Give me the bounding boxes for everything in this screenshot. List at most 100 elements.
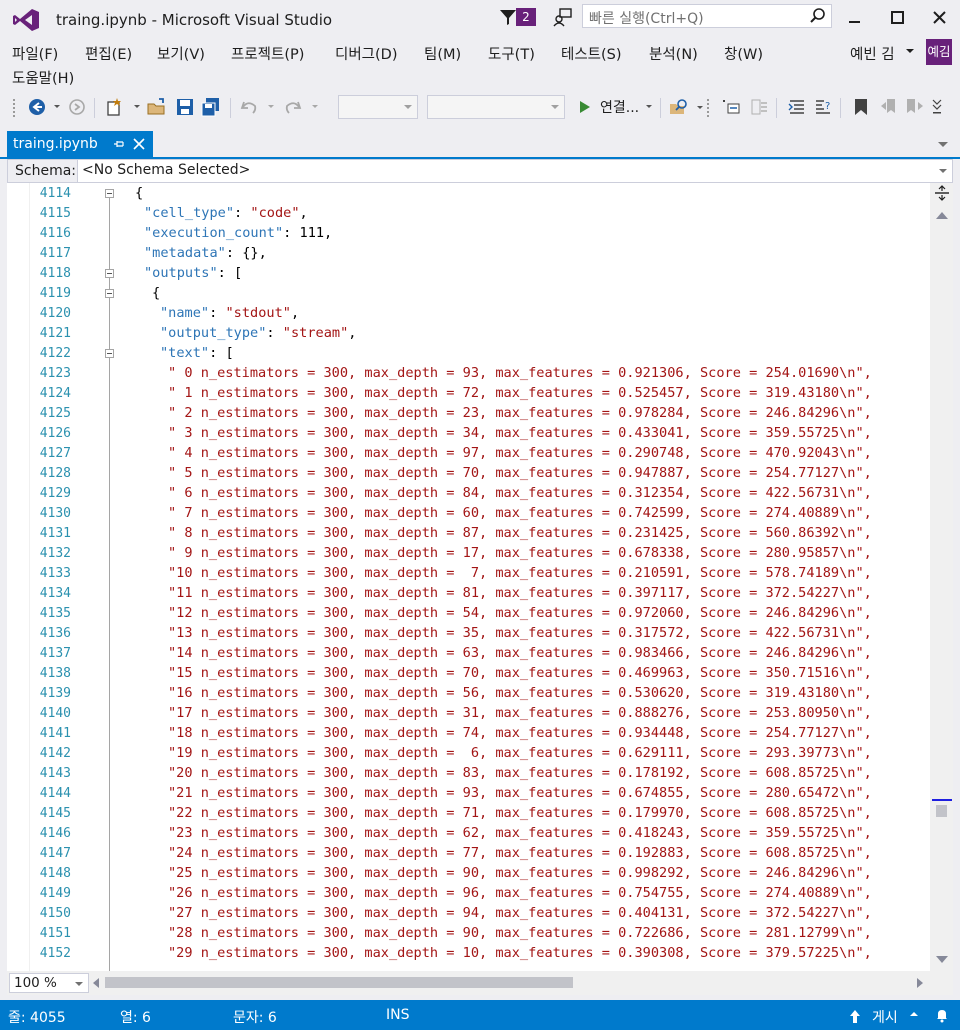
code-line[interactable]: 4151 "28 n_estimators = 300, max_depth = …	[7, 924, 930, 944]
avatar[interactable]: 예김	[926, 39, 952, 65]
code-line[interactable]: 4145 "22 n_estimators = 300, max_depth = …	[7, 804, 930, 824]
code-line[interactable]: 4132 " 9 n_estimators = 300, max_depth = …	[7, 544, 930, 564]
code-line[interactable]: 4114 {	[7, 184, 930, 204]
connect-dropdown-caret-icon[interactable]	[646, 105, 652, 108]
menu-file[interactable]: 파일(F)	[12, 43, 58, 64]
new-dropdown-caret-icon[interactable]	[134, 105, 140, 108]
menu-view[interactable]: 보기(V)	[157, 43, 205, 64]
menu-edit[interactable]: 편집(E)	[85, 43, 132, 64]
save-icon[interactable]	[174, 96, 196, 118]
code-line[interactable]: 4152 "29 n_estimators = 300, max_depth = …	[7, 944, 930, 964]
code-line[interactable]: 4124 " 1 n_estimators = 300, max_depth = …	[7, 384, 930, 404]
collapse-region-icon[interactable]	[105, 189, 114, 198]
code-editor[interactable]: 4114 {4115 "cell_type": "code", 4116 "execut…	[7, 183, 930, 971]
chevron-down-icon[interactable]	[939, 169, 947, 173]
menu-debug[interactable]: 디버그(D)	[335, 43, 398, 64]
code-line[interactable]: 4142 "19 n_estimators = 300, max_depth = …	[7, 744, 930, 764]
code-line[interactable]: 4148 "25 n_estimators = 300, max_depth = …	[7, 864, 930, 884]
scroll-down-arrow-icon[interactable]	[936, 956, 948, 963]
quick-info-icon[interactable]: ?	[812, 96, 834, 118]
redo-icon[interactable]	[282, 96, 304, 118]
code-line[interactable]: 4134 "11 n_estimators = 300, max_depth = …	[7, 584, 930, 604]
minimize-icon[interactable]	[843, 6, 867, 30]
code-line[interactable]: 4131 " 8 n_estimators = 300, max_depth = …	[7, 524, 930, 544]
split-window-icon[interactable]	[934, 184, 950, 202]
menu-test[interactable]: 테스트(S)	[561, 43, 622, 64]
solution-configurations-select[interactable]	[338, 95, 418, 119]
scroll-right-arrow-icon[interactable]	[917, 978, 923, 988]
undo-icon[interactable]	[238, 96, 260, 118]
tab-list-dropdown-icon[interactable]	[938, 142, 948, 147]
collapse-region-icon[interactable]	[105, 289, 114, 298]
code-line[interactable]: 4133 "10 n_estimators = 300, max_depth = …	[7, 564, 930, 584]
show-object-members-icon[interactable]	[720, 96, 742, 118]
vertical-scrollbar[interactable]	[930, 183, 953, 971]
pin-icon[interactable]	[113, 138, 125, 150]
user-menu-caret-icon[interactable]	[906, 49, 914, 53]
code-line[interactable]: 4119 {	[7, 284, 930, 304]
scroll-left-arrow-icon[interactable]	[93, 978, 99, 988]
code-line[interactable]: 4141 "18 n_estimators = 300, max_depth = …	[7, 724, 930, 744]
code-line[interactable]: 4139 "16 n_estimators = 300, max_depth = …	[7, 684, 930, 704]
code-line[interactable]: 4117 "metadata": {},	[7, 244, 930, 264]
navigate-forward-icon[interactable]	[66, 96, 88, 118]
parameter-info-icon[interactable]	[748, 96, 770, 118]
find-dropdown-caret-icon[interactable]	[697, 106, 703, 109]
code-line[interactable]: 4129 " 6 n_estimators = 300, max_depth = …	[7, 484, 930, 504]
collapse-region-icon[interactable]	[105, 349, 114, 358]
notification-count-badge[interactable]: 2	[516, 8, 536, 26]
code-line[interactable]: 4125 " 2 n_estimators = 300, max_depth = …	[7, 404, 930, 424]
publish-button[interactable]: 게시	[872, 1007, 898, 1027]
code-line[interactable]: 4143 "20 n_estimators = 300, max_depth = …	[7, 764, 930, 784]
bookmark-icon[interactable]	[850, 96, 872, 118]
connect-button[interactable]: 연결...	[600, 97, 639, 117]
code-line[interactable]: 4149 "26 n_estimators = 300, max_depth = …	[7, 884, 930, 904]
publish-arrow-icon[interactable]	[848, 1008, 862, 1024]
save-all-icon[interactable]	[200, 96, 222, 118]
tab-traing-ipynb[interactable]: traing.ipynb	[7, 131, 153, 157]
code-line[interactable]: 4121 "output_type": "stream",	[7, 324, 930, 344]
menu-window[interactable]: 창(W)	[724, 43, 763, 64]
close-icon[interactable]	[133, 138, 145, 150]
search-icon[interactable]	[809, 7, 827, 25]
code-line[interactable]: 4146 "23 n_estimators = 300, max_depth = …	[7, 824, 930, 844]
menu-project[interactable]: 프로젝트(P)	[231, 43, 304, 64]
chevron-up-icon[interactable]	[910, 1012, 918, 1016]
notification-filter-icon[interactable]	[498, 7, 518, 27]
collapse-region-icon[interactable]	[105, 269, 114, 278]
back-dropdown-caret-icon[interactable]	[54, 105, 60, 108]
code-line[interactable]: 4123 " 0 n_estimators = 300, max_depth = …	[7, 364, 930, 384]
maximize-icon[interactable]	[886, 6, 910, 30]
close-window-icon[interactable]	[928, 6, 952, 30]
code-line[interactable]: 4118 "outputs": [	[7, 264, 930, 284]
toolbar-grip-icon[interactable]	[706, 96, 712, 118]
start-play-icon[interactable]	[574, 96, 596, 118]
code-line[interactable]: 4138 "15 n_estimators = 300, max_depth = …	[7, 664, 930, 684]
find-in-files-icon[interactable]	[668, 96, 690, 118]
scroll-up-arrow-icon[interactable]	[936, 212, 948, 219]
code-line[interactable]: 4128 " 5 n_estimators = 300, max_depth = …	[7, 464, 930, 484]
next-bookmark-icon[interactable]	[904, 96, 926, 118]
code-line[interactable]: 4122 "text": [	[7, 344, 930, 364]
open-file-icon[interactable]	[146, 96, 168, 118]
quick-launch-input[interactable]: 빠른 실행(Ctrl+Q)	[582, 4, 832, 28]
schema-value[interactable]: <No Schema Selected>	[82, 162, 250, 178]
comment-lines-icon[interactable]	[786, 96, 808, 118]
menu-analyze[interactable]: 분석(N)	[649, 43, 698, 64]
toolbar-overflow-icon[interactable]	[930, 96, 944, 118]
code-line[interactable]: 4135 "12 n_estimators = 300, max_depth = …	[7, 604, 930, 624]
zoom-level-select[interactable]: 100 %	[9, 973, 89, 993]
code-line[interactable]: 4150 "27 n_estimators = 300, max_depth = …	[7, 904, 930, 924]
user-name[interactable]: 예빈 김	[850, 43, 895, 64]
code-line[interactable]: 4116 "execution_count": 111,	[7, 224, 930, 244]
code-line[interactable]: 4147 "24 n_estimators = 300, max_depth = …	[7, 844, 930, 864]
code-line[interactable]: 4137 "14 n_estimators = 300, max_depth = …	[7, 644, 930, 664]
code-line[interactable]: 4140 "17 n_estimators = 300, max_depth = …	[7, 704, 930, 724]
navigate-back-icon[interactable]	[26, 96, 48, 118]
toolbar-grip-icon[interactable]	[12, 96, 18, 118]
code-line[interactable]: 4120 "name": "stdout",	[7, 304, 930, 324]
code-line[interactable]: 4130 " 7 n_estimators = 300, max_depth = …	[7, 504, 930, 524]
redo-dropdown-caret-icon[interactable]	[312, 105, 318, 108]
menu-help[interactable]: 도움말(H)	[12, 67, 74, 88]
undo-dropdown-caret-icon[interactable]	[268, 105, 274, 108]
